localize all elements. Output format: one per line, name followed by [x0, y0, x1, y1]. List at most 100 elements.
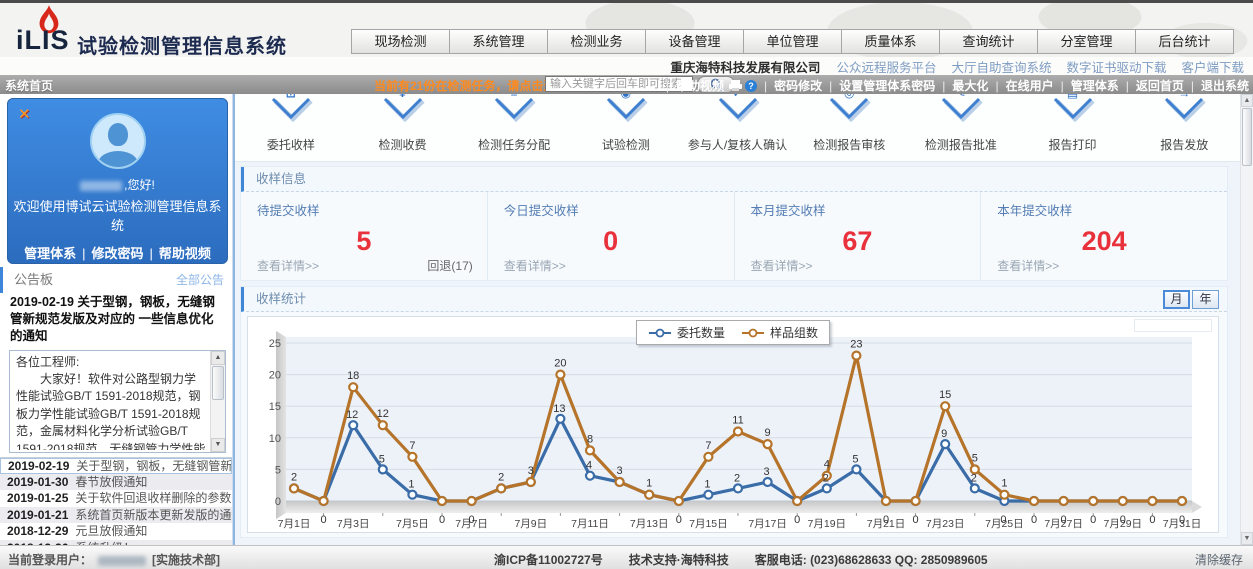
user-link[interactable]: 修改密码 — [91, 246, 143, 261]
scrollbar-thumb[interactable] — [212, 366, 224, 400]
stat-card[interactable]: 待提交收样5查看详情>>回退(17) — [241, 192, 488, 280]
svg-text:2: 2 — [498, 471, 504, 483]
printer-icon[interactable] — [729, 80, 742, 91]
view-details-link[interactable]: 查看详情>> — [504, 257, 566, 274]
task-ticker[interactable]: 当前有21份在检测任务，请点击进入 — [374, 77, 567, 94]
legend-item[interactable]: 样品组数 — [741, 324, 818, 341]
workflow-step[interactable]: ✓参与人/复核人确认 — [682, 94, 794, 161]
workflow-step[interactable]: ⊞委托收样 — [235, 94, 347, 161]
legend-item[interactable]: 委托数量 — [648, 324, 725, 341]
nav-tab[interactable]: 现场检测 — [351, 29, 450, 54]
nav-tab[interactable]: 系统管理 — [449, 29, 548, 54]
svg-text:12: 12 — [377, 408, 389, 420]
toolbar-menu-item[interactable]: 设置管理体系密码 — [839, 77, 935, 94]
toolbar-menu-item[interactable]: 密码修改 — [774, 77, 822, 94]
toolbar-menu-item[interactable]: 退出系统 — [1201, 77, 1249, 94]
step-glyph: ✓ — [732, 94, 742, 100]
announcement-row[interactable]: 2019-02-19关于型钢，钢板，无缝钢管新规范发版 — [0, 458, 232, 474]
step-glyph: ◉ — [621, 94, 631, 100]
workflow-step[interactable]: ◉试验检测 — [570, 94, 682, 161]
menu-separator: | — [764, 79, 767, 93]
approve-icon: ✎ — [938, 94, 984, 122]
stat-card[interactable]: 本月提交收样67查看详情>> — [735, 192, 982, 280]
menu-separator: | — [829, 79, 832, 93]
svg-text:7月15日: 7月15日 — [689, 518, 728, 530]
svg-text:5: 5 — [275, 464, 281, 476]
svg-text:0: 0 — [275, 496, 281, 508]
menu-separator: | — [666, 79, 669, 93]
announcement-title: 关于软件回退收样删除的参数试验数据 — [75, 491, 232, 505]
rollback-link[interactable]: 回退(17) — [427, 257, 472, 274]
workflow-step-label: 检测收费 — [347, 136, 459, 153]
menu-separator: | — [942, 79, 945, 93]
view-details-link[interactable]: 查看详情>> — [257, 257, 319, 274]
user-link[interactable]: 管理体系 — [24, 246, 76, 261]
nav-tab[interactable]: 分室管理 — [1037, 29, 1136, 54]
menu-separator: | — [1126, 79, 1129, 93]
workflow-step[interactable]: →报告发放 — [1128, 94, 1240, 161]
all-announcements-link[interactable]: 全部公告 — [176, 267, 224, 293]
toolbar-menu-item[interactable]: 返回首页 — [1136, 77, 1184, 94]
footer-center: 渝ICP备11002727号 技术支持·海特科技 客服电话: (023)6862… — [494, 551, 988, 568]
announcement-paragraph: 大家好！软件对公路型钢力学性能试验GB/T 1591-2018规范，钢板力学性能… — [16, 371, 207, 450]
toggle-button[interactable]: 月 — [1163, 290, 1190, 309]
stat-card-footer: 查看详情>> — [751, 257, 967, 274]
subheader-link[interactable]: 大厅自助查询系统 — [951, 57, 1051, 76]
scroll-down-icon[interactable]: ▼ — [1241, 532, 1253, 545]
scrollbar-thumb[interactable] — [1242, 108, 1252, 166]
view-details-link[interactable]: 查看详情>> — [751, 257, 813, 274]
user-link[interactable]: 帮助视频 — [159, 246, 211, 261]
subheader-link[interactable]: 数字证书驱动下载 — [1066, 57, 1166, 76]
scroll-up-icon[interactable]: ▲ — [211, 351, 225, 365]
nav-tab[interactable]: 后台统计 — [1135, 29, 1234, 54]
page: iLIS 试验检测管理信息系统 现场检测系统管理检测业务设备管理单位管理质量体系… — [0, 0, 1253, 569]
stats-header: 收样信息 — [241, 167, 1227, 192]
close-icon[interactable]: ✕ — [18, 105, 31, 123]
svg-text:5: 5 — [972, 452, 978, 464]
announcement-title: 元旦放假通知 — [75, 524, 147, 538]
step-glyph: → — [1178, 94, 1190, 100]
board-title: 公告板 — [14, 272, 53, 287]
workflow-step[interactable]: ▤报告打印 — [1017, 94, 1129, 161]
announcement-row[interactable]: 2018-12-29元旦放假通知 — [0, 523, 232, 539]
svg-text:5: 5 — [379, 453, 385, 465]
toolbar-menu-item[interactable]: 帮助视频 — [676, 77, 724, 94]
toolbar-menu-item[interactable]: 最大化 — [952, 77, 988, 94]
svg-text:7月17日: 7月17日 — [748, 518, 787, 530]
stat-card-footer: 查看详情>> — [504, 257, 720, 274]
workflow-step[interactable]: ≡检测任务分配 — [458, 94, 570, 161]
nav-tab[interactable]: 检测业务 — [547, 29, 646, 54]
nav-tab[interactable]: 质量体系 — [841, 29, 940, 54]
announcement-row[interactable]: 2019-01-30春节放假通知 — [0, 474, 232, 490]
featured-announcement-title[interactable]: 2019-02-19 关于型钢，钢板，无缝钢管新规范发版及对应的 一些信息优化的… — [0, 293, 232, 347]
toolbar-menu-item[interactable]: 管理体系 — [1071, 77, 1119, 94]
scroll-up-icon[interactable]: ▲ — [1241, 94, 1253, 107]
home-link[interactable]: 系统首页 — [5, 77, 53, 94]
issue-icon: → — [1161, 94, 1207, 122]
main-scrollbar[interactable]: ▲ ▼ — [1240, 94, 1253, 545]
workflow-step-label: 报告打印 — [1017, 136, 1129, 153]
workflow-step[interactable]: ✎检测报告批准 — [905, 94, 1017, 161]
announcement-row[interactable]: 2019-01-25关于软件回退收样删除的参数试验数据 — [0, 490, 232, 506]
help-icon[interactable]: ? — [745, 80, 757, 92]
view-details-link[interactable]: 查看详情>> — [997, 257, 1059, 274]
stat-cards: 待提交收样5查看详情>>回退(17)今日提交收样0查看详情>>本月提交收样67查… — [241, 192, 1227, 280]
subheader-link[interactable]: 客户端下载 — [1181, 57, 1244, 76]
announcement-row[interactable]: 2019-01-21系统首页新版本更新发版的通知 — [0, 507, 232, 523]
workflow-step[interactable]: ¥检测收费 — [347, 94, 459, 161]
subheader: 重庆海特科技发展有限公司 公众远程服务平台大厅自助查询系统数字证书驱动下载客户端… — [0, 57, 1253, 75]
toggle-button[interactable]: 年 — [1192, 290, 1219, 309]
nav-tab[interactable]: 设备管理 — [645, 29, 744, 54]
toolbar-menu-item[interactable]: 在线用户 — [1006, 77, 1054, 94]
notice-scrollbar[interactable]: ▲ ▼ — [210, 351, 225, 452]
stat-card[interactable]: 本年提交收样204查看详情>> — [981, 192, 1227, 280]
clear-cache-link[interactable]: 清除缓存 — [1195, 551, 1243, 568]
subheader-link[interactable]: 公众远程服务平台 — [836, 57, 936, 76]
scroll-down-icon[interactable]: ▼ — [211, 438, 225, 452]
stat-card[interactable]: 今日提交收样0查看详情>> — [488, 192, 735, 280]
workflow-step[interactable]: ◎检测报告审核 — [793, 94, 905, 161]
nav-tab[interactable]: 查询统计 — [939, 29, 1038, 54]
nav-tab[interactable]: 单位管理 — [743, 29, 842, 54]
svg-text:0: 0 — [794, 514, 800, 526]
user-links-row1: 管理体系|修改密码|帮助视频 — [8, 244, 227, 264]
